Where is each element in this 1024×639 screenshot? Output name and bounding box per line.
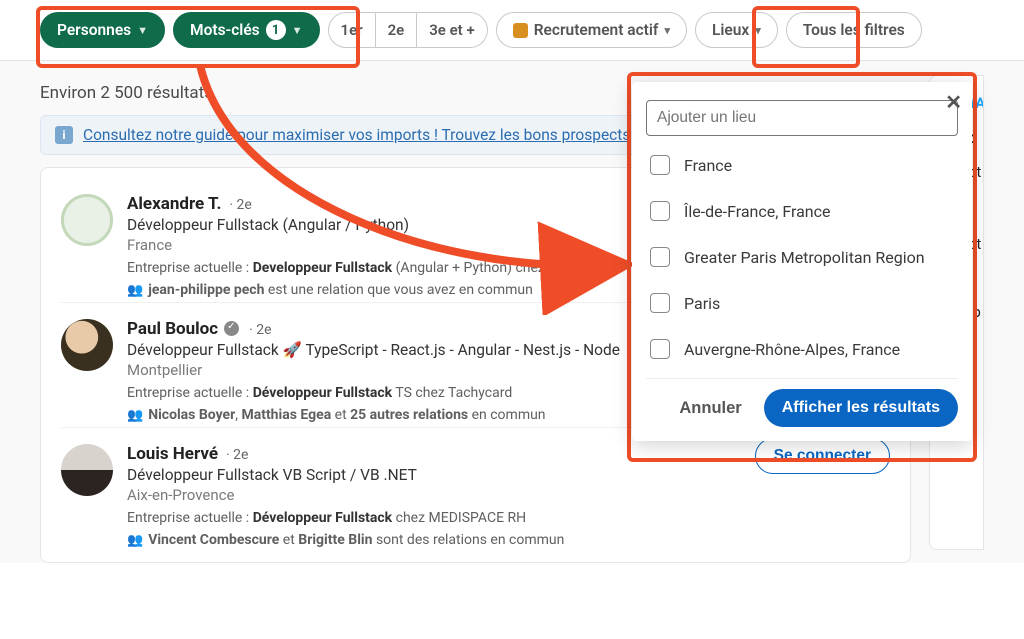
filter-bar: Personnes ▼ Mots-clés 1 ▼ 1er 2e 3e et +… — [0, 0, 1024, 61]
dropdown-option-label: Greater Paris Metropolitan Region — [684, 248, 925, 267]
dropdown-option-label: Auvergne-Rhône-Alpes, France — [684, 340, 900, 359]
filter-mots-cles-count: 1 — [266, 20, 286, 40]
guide-link[interactable]: Consultez notre guide pour maximiser vos… — [83, 126, 630, 144]
filter-recrutement-label: Recrutement actif — [534, 21, 659, 39]
filter-lieux-label: Lieux — [712, 21, 749, 39]
connect-button[interactable]: Se connecter — [755, 438, 890, 474]
lieux-dropdown: ✕ France Île-de-France, France Greater P… — [632, 82, 972, 441]
person-common: 👥 Vincent Combescure et Brigitte Blin so… — [127, 532, 890, 548]
checkbox-icon[interactable] — [650, 201, 670, 221]
degree-3plus[interactable]: 3e et + — [417, 12, 487, 48]
caret-down-icon: ▼ — [137, 24, 148, 37]
dropdown-option[interactable]: France — [646, 142, 958, 188]
person-degree: · 2e — [249, 322, 271, 338]
cancel-button[interactable]: Annuler — [667, 389, 753, 427]
checkbox-icon[interactable] — [650, 247, 670, 267]
recrutement-icon — [513, 23, 528, 38]
location-input[interactable] — [646, 100, 958, 136]
avatar — [61, 194, 113, 246]
person-name: Alexandre T. — [127, 194, 221, 214]
person-current: Entreprise actuelle : Développeur Fullst… — [127, 510, 890, 526]
checkbox-icon[interactable] — [650, 293, 670, 313]
degree-1[interactable]: 1er — [328, 12, 376, 48]
filter-personnes[interactable]: Personnes ▼ — [40, 12, 165, 48]
person-name: Paul Bouloc — [127, 319, 218, 339]
filter-personnes-label: Personnes — [57, 21, 131, 39]
dropdown-option-label: France — [684, 156, 732, 175]
filter-all[interactable]: Tous les filtres — [786, 12, 922, 48]
people-icon: 👥 — [127, 408, 143, 423]
degree-group: 1er 2e 3e et + — [328, 12, 488, 48]
caret-down-icon: ▾ — [664, 24, 670, 37]
person-row[interactable]: Louis Hervé · 2e Développeur Fullstack V… — [61, 428, 890, 552]
dropdown-option-label: Paris — [684, 294, 720, 313]
dropdown-option[interactable]: Greater Paris Metropolitan Region — [646, 234, 958, 280]
dropdown-option[interactable]: Auvergne-Rhône-Alpes, France — [646, 326, 958, 372]
filter-all-label: Tous les filtres — [803, 21, 905, 39]
verified-icon — [224, 321, 239, 336]
info-icon: i — [55, 126, 73, 144]
filter-lieux[interactable]: Lieux ▾ — [695, 12, 778, 48]
dropdown-actions: Annuler Afficher les résultats — [646, 378, 958, 431]
filter-mots-cles[interactable]: Mots-clés 1 ▼ — [173, 12, 320, 48]
apply-button[interactable]: Afficher les résultats — [764, 389, 958, 427]
degree-2[interactable]: 2e — [376, 12, 418, 48]
filter-recrutement[interactable]: Recrutement actif ▾ — [496, 12, 687, 48]
avatar — [61, 444, 113, 496]
dropdown-option[interactable]: Île-de-France, France — [646, 188, 958, 234]
person-name: Louis Hervé — [127, 444, 218, 464]
person-degree: · 2e — [226, 447, 248, 463]
close-icon[interactable]: ✕ — [945, 90, 962, 114]
dropdown-option[interactable]: Paris — [646, 280, 958, 326]
caret-down-icon: ▾ — [755, 24, 761, 37]
dropdown-option-label: Île-de-France, France — [684, 202, 831, 221]
filter-mots-cles-label: Mots-clés — [190, 21, 260, 39]
caret-down-icon: ▼ — [292, 24, 303, 37]
checkbox-icon[interactable] — [650, 339, 670, 359]
person-location: Aix-en-Provence — [127, 486, 890, 504]
checkbox-icon[interactable] — [650, 155, 670, 175]
people-icon: 👥 — [127, 533, 143, 548]
people-icon: 👥 — [127, 283, 143, 298]
person-degree: · 2e — [229, 197, 251, 213]
avatar — [61, 319, 113, 371]
